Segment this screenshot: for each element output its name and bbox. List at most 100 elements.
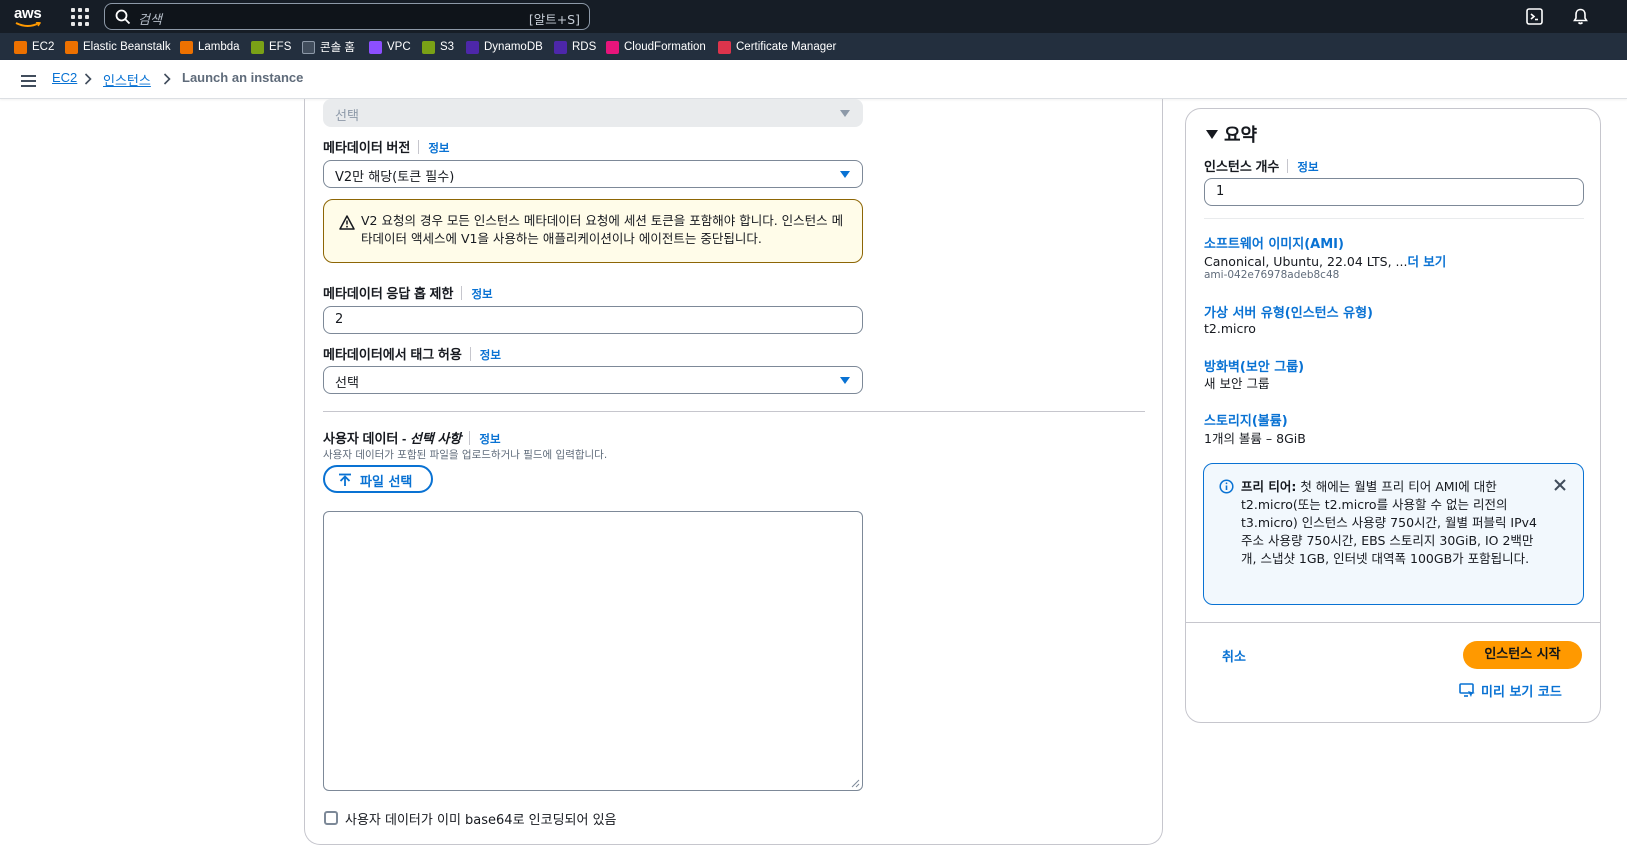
search-shortcut-hint: [알트+S] (528, 12, 580, 27)
search-icon (115, 9, 131, 25)
label-text: 인스턴스 개수 (1204, 159, 1280, 174)
button-label: 파일 선택 (360, 475, 413, 490)
breadcrumb-instances[interactable]: 인스턴스 (103, 70, 151, 89)
metadata-v2-warning: V2 요청의 경우 모든 인스턴스 메타데이터 요청에 세션 토큰을 포함해야 … (323, 199, 863, 263)
section-divider (323, 411, 1145, 412)
rds-icon (554, 40, 567, 54)
efs-icon (251, 40, 264, 54)
aws-logo-text: aws (14, 5, 42, 22)
favorites-bar: EC2 Elastic Beanstalk Lambda EFS 콘솔 홈 VP… (0, 33, 1627, 60)
ec2-icon (14, 40, 27, 54)
info-link[interactable]: 정보 (1297, 162, 1318, 174)
aws-logo[interactable]: aws (14, 5, 42, 27)
select-value: 선택 (335, 376, 359, 391)
label-text: 메타데이터 응답 홉 제한 (323, 286, 454, 301)
input-value: 1 (1216, 184, 1225, 199)
favorite-certificate-manager[interactable]: Certificate Manager (718, 39, 836, 55)
hop-limit-input[interactable]: 2 (323, 306, 863, 334)
metadata-version-select[interactable]: V2만 해당(토큰 필수) (323, 160, 863, 188)
hamburger-menu-icon[interactable] (21, 75, 36, 87)
ami-link[interactable]: 소프트웨어 이미지(AMI) (1204, 233, 1344, 252)
top-navigation: aws 검색 [알트+S] (0, 0, 1627, 33)
user-data-description: 사용자 데이터가 포함된 파일을 업로드하거나 필드에 입력합니다. (323, 449, 608, 461)
s3-icon (422, 40, 435, 54)
security-group-value: 새 보안 그룹 (1204, 376, 1270, 391)
favorite-efs[interactable]: EFS (251, 39, 291, 55)
input-value: 2 (335, 312, 344, 327)
ami-value: Canonical, Ubuntu, 22.04 LTS, ...더 보기 (1204, 251, 1446, 270)
instance-type-value: t2.micro (1204, 321, 1256, 336)
choose-file-button[interactable]: 파일 선택 (323, 465, 433, 493)
disabled-select: 선택 (323, 99, 863, 127)
caret-down-icon (840, 377, 850, 384)
launch-instance-button[interactable]: 인스턴스 시작 (1463, 641, 1582, 669)
ami-id: ami-042e76978adeb8c48 (1204, 269, 1340, 281)
warning-text: V2 요청의 경우 모든 인스턴스 메타데이터 요청에 세션 토큰을 포함해야 … (361, 213, 844, 246)
instance-type-link[interactable]: 가상 서버 유형(인스턴스 유형) (1204, 302, 1373, 321)
show-more-link[interactable]: 더 보기 (1407, 254, 1446, 269)
info-link[interactable]: 정보 (479, 434, 500, 446)
favorite-console-home[interactable]: 콘솔 홈 (302, 39, 355, 55)
storage-value: 1개의 볼륨 – 8GiB (1204, 431, 1306, 446)
resize-handle-icon[interactable] (851, 779, 860, 788)
search-placeholder: 검색 (138, 13, 162, 28)
favorite-label: Elastic Beanstalk (83, 41, 171, 53)
user-data-textarea[interactable] (323, 511, 863, 791)
summary-footer-divider (1186, 622, 1600, 623)
button-label: 미리 보기 코드 (1481, 685, 1562, 700)
favorite-label: RDS (572, 41, 597, 53)
chevron-right-icon (84, 73, 92, 85)
favorite-dynamodb[interactable]: DynamoDB (466, 39, 543, 55)
label-text: 메타데이터에서 태그 허용 (323, 347, 462, 362)
notifications-bell-icon[interactable] (1571, 7, 1590, 26)
collapse-caret-icon[interactable] (1206, 130, 1218, 139)
info-link[interactable]: 정보 (428, 143, 449, 155)
favorite-rds[interactable]: RDS (554, 39, 596, 55)
instance-count-input[interactable]: 1 (1204, 178, 1584, 206)
breadcrumb-ec2[interactable]: EC2 (52, 70, 77, 85)
breadcrumb-bar: EC2 인스턴스 Launch an instance (0, 60, 1627, 99)
storage-link[interactable]: 스토리지(볼륨) (1204, 410, 1288, 429)
dynamodb-icon (466, 40, 479, 54)
favorite-cloudformation[interactable]: CloudFormation (606, 39, 706, 55)
cloudshell-icon[interactable] (1525, 7, 1544, 26)
vpc-icon (369, 40, 382, 54)
favorite-s3[interactable]: S3 (422, 39, 454, 55)
favorite-elastic-beanstalk[interactable]: Elastic Beanstalk (65, 39, 171, 55)
optional-text: 선택 사항 (409, 431, 462, 446)
metadata-version-label: 메타데이터 버전 정보 (323, 137, 450, 156)
base64-checkbox[interactable] (324, 811, 338, 825)
close-icon[interactable] (1553, 478, 1567, 492)
chevron-right-icon (163, 73, 171, 85)
ami-name: Canonical, Ubuntu, 22.04 LTS, ... (1204, 254, 1408, 269)
favorite-label: EC2 (32, 41, 55, 53)
lambda-icon (180, 40, 193, 54)
caret-down-icon (840, 110, 850, 117)
info-link[interactable]: 정보 (471, 289, 492, 301)
instance-count-label: 인스턴스 개수 정보 (1204, 156, 1319, 175)
certificate-manager-icon (718, 40, 731, 54)
info-icon (1219, 479, 1234, 494)
warning-icon (339, 215, 355, 230)
search-input[interactable]: 검색 [알트+S] (104, 3, 590, 30)
cancel-button[interactable]: 취소 (1222, 646, 1246, 665)
favorite-lambda[interactable]: Lambda (180, 39, 240, 55)
favorite-vpc[interactable]: VPC (369, 39, 411, 55)
favorite-label: EFS (269, 41, 292, 53)
tags-in-metadata-label: 메타데이터에서 태그 허용 정보 (323, 344, 501, 363)
services-menu-icon[interactable] (71, 8, 89, 26)
info-link[interactable]: 정보 (480, 350, 501, 362)
free-tier-text: 프리 티어: 첫 해에는 월별 프리 티어 AMI에 대한 t2.micro(또… (1241, 478, 1541, 568)
favorite-ec2[interactable]: EC2 (14, 39, 54, 55)
caret-down-icon (840, 171, 850, 178)
free-tier-title: 프리 티어: (1241, 479, 1297, 494)
elastic-beanstalk-icon (65, 40, 78, 54)
favorite-label: VPC (387, 41, 411, 53)
base64-checkbox-label[interactable]: 사용자 데이터가 이미 base64로 인코딩되어 있음 (345, 809, 617, 828)
favorite-label: Certificate Manager (736, 41, 837, 53)
label-text: 메타데이터 버전 (323, 140, 411, 155)
cloudformation-icon (606, 40, 619, 54)
tags-in-metadata-select[interactable]: 선택 (323, 366, 863, 394)
label-text: 사용자 데이터 - (323, 431, 410, 446)
summary-title[interactable]: 요약 (1224, 121, 1257, 147)
